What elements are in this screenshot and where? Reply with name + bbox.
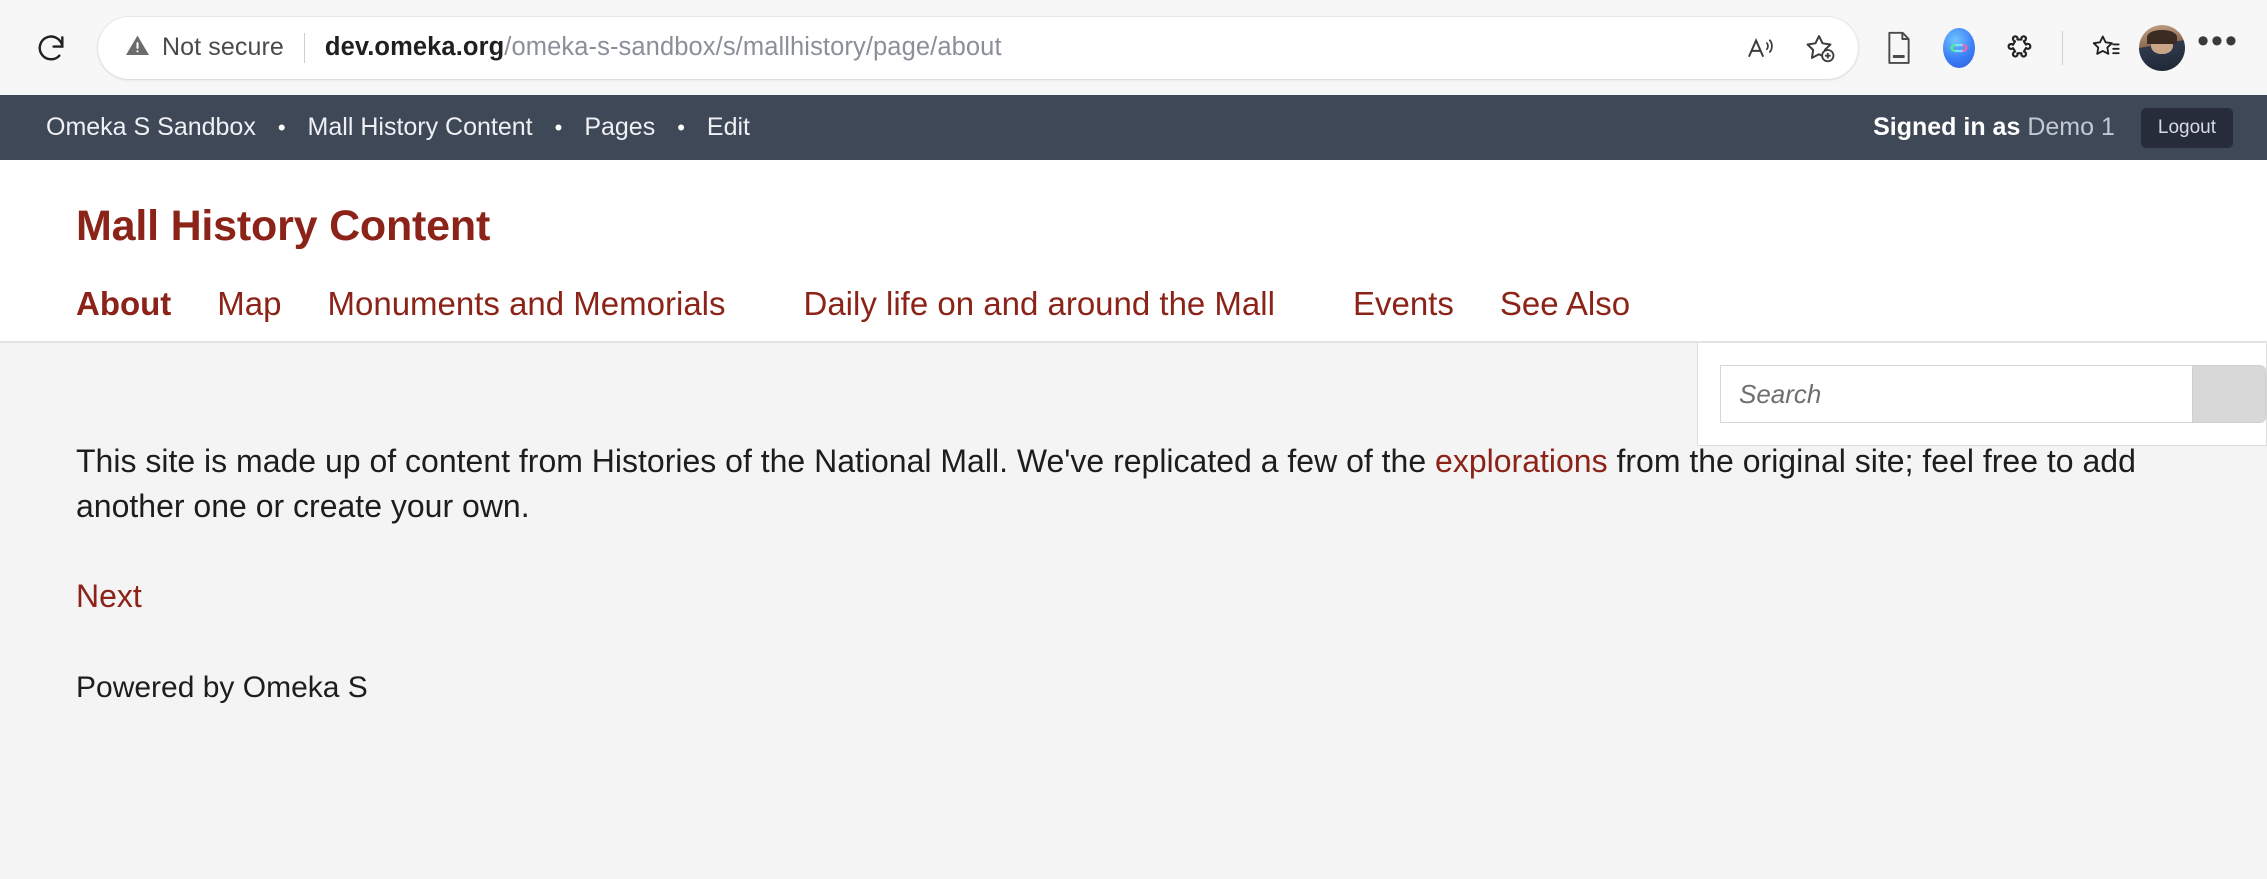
site-title: Mall History Content (76, 202, 491, 250)
search-submit-button[interactable] (2192, 365, 2266, 423)
breadcrumb-separator: • (277, 114, 286, 140)
site-security-chip[interactable]: Not secure (124, 32, 284, 64)
copilot-glyph (1943, 27, 1975, 68)
signed-in-username: Demo 1 (2027, 113, 2115, 141)
profile-avatar[interactable] (2139, 24, 2185, 71)
nav-item-events[interactable]: Events (1353, 285, 1454, 323)
breadcrumb: Omeka S Sandbox • Mall History Content •… (46, 113, 750, 142)
collections-icon[interactable] (2079, 21, 2133, 75)
nav-item-see-also[interactable]: See Also (1500, 285, 1630, 323)
omnibox-divider (303, 32, 305, 63)
signed-in-status: Signed in as Demo 1 (1873, 113, 2115, 142)
url-host: dev.omeka.org (324, 33, 505, 61)
toolbar-separator (2062, 30, 2063, 65)
browser-toolbar-actions: ••• (1872, 21, 2245, 75)
intro-paragraph: This site is made up of content from His… (76, 439, 2170, 530)
address-bar[interactable]: Not secure dev.omeka.org/omeka-s-sandbox… (98, 16, 1858, 79)
nav-item-daily-life[interactable]: Daily life on and around the Mall (804, 285, 1275, 323)
nav-item-map[interactable]: Map (217, 285, 281, 323)
page-content: This site is made up of content from His… (0, 343, 2267, 879)
nav-item-monuments-and-memorials[interactable]: Monuments and Memorials (328, 285, 726, 323)
site-footer: Powered by Omeka S (76, 670, 368, 704)
next-page-link[interactable]: Next (76, 578, 142, 615)
search-input[interactable] (1720, 365, 2192, 423)
intro-text-before-link: This site is made up of content from His… (76, 443, 1436, 479)
explorations-link[interactable]: explorations (1435, 443, 1608, 479)
breadcrumb-item-pages[interactable]: Pages (584, 113, 655, 142)
browser-settings-menu-icon[interactable]: ••• (2191, 21, 2245, 75)
navigation-controls (22, 19, 80, 77)
read-aloud-icon[interactable] (1734, 21, 1788, 75)
signed-in-prefix: Signed in as (1873, 113, 2021, 141)
reading-view-icon[interactable] (1872, 21, 1926, 75)
reload-icon[interactable] (22, 19, 80, 77)
browser-essentials-icon[interactable] (1992, 21, 2046, 75)
site-navigation: About Map Monuments and Memorials Daily … (0, 285, 2267, 343)
security-label: Not secure (162, 33, 284, 61)
omnibox-actions (1734, 21, 1850, 75)
admin-user-area: Signed in as Demo 1 Logout (1873, 107, 2233, 148)
breadcrumb-item-sandbox[interactable]: Omeka S Sandbox (46, 113, 256, 142)
add-favorite-icon[interactable] (1792, 21, 1846, 75)
url-path: /omeka-s-sandbox/s/mallhistory/page/abou… (504, 33, 1002, 61)
site-search-form (1697, 343, 2267, 446)
warning-triangle-icon (124, 32, 151, 64)
url-text[interactable]: dev.omeka.org/omeka-s-sandbox/s/mallhist… (325, 33, 1734, 62)
nav-item-about[interactable]: About (76, 285, 171, 323)
breadcrumb-separator: • (554, 114, 563, 140)
breadcrumb-separator: • (677, 114, 685, 140)
breadcrumb-item-site[interactable]: Mall History Content (308, 113, 533, 142)
site-header: Mall History Content About Map Monuments… (0, 160, 2267, 343)
logout-button[interactable]: Logout (2140, 107, 2233, 148)
omeka-admin-bar: Omeka S Sandbox • Mall History Content •… (0, 95, 2267, 160)
breadcrumb-item-edit[interactable]: Edit (707, 113, 750, 142)
browser-toolbar: Not secure dev.omeka.org/omeka-s-sandbox… (0, 0, 2267, 95)
copilot-icon[interactable] (1932, 21, 1986, 75)
